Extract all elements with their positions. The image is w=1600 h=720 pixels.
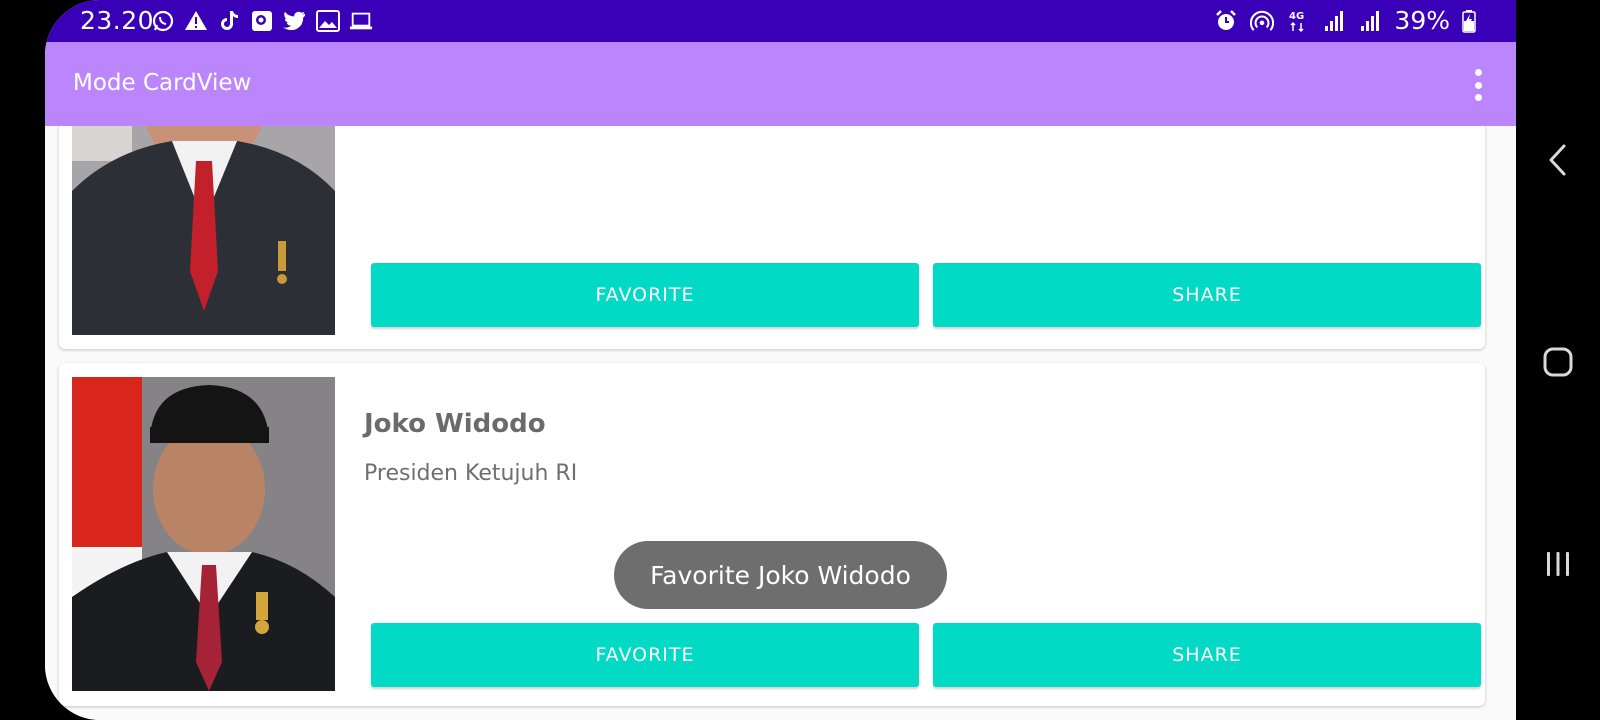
notification-icons [151,9,373,33]
recents-icon[interactable] [1538,544,1578,584]
status-bar: 23.20 4G 39% [45,0,1516,42]
card-title: Joko Widodo [364,409,546,439]
signal-icon [1358,9,1382,33]
person-photo [72,377,335,691]
phone-screen: 23.20 4G 39% Mode CardView FAVORITE SHAR… [45,0,1516,720]
image-icon [316,9,340,33]
svg-text:4G: 4G [1289,11,1304,22]
app-bar: Mode CardView [45,42,1516,126]
hotspot-icon [1250,9,1275,33]
list-item-card: FAVORITE SHARE [59,126,1485,349]
system-status-icons: 4G 39% [1214,6,1476,35]
share-button[interactable]: SHARE [933,623,1481,687]
favorite-button[interactable]: FAVORITE [371,263,919,327]
system-nav-bar [1516,0,1600,720]
home-icon[interactable] [1538,342,1578,382]
warning-icon [184,9,208,33]
share-button[interactable]: SHARE [933,263,1481,327]
gallery-icon [250,9,274,33]
battery-percent: 39% [1394,6,1450,35]
card-list[interactable]: FAVORITE SHARE Joko Widodo Presiden Ketu… [45,126,1516,720]
twitter-icon [283,9,307,33]
tiktok-icon [217,9,241,33]
laptop-icon [349,9,373,33]
list-item-card: Joko Widodo Presiden Ketujuh RI FAVORITE… [59,363,1485,706]
whatsapp-icon [151,9,175,33]
battery-icon [1462,9,1476,33]
4g-icon: 4G [1286,9,1310,33]
status-time: 23.20 [80,6,155,35]
more-vert-icon[interactable] [1468,69,1488,101]
favorite-button[interactable]: FAVORITE [371,623,919,687]
card-description: Presiden Ketujuh RI [364,461,578,486]
app-title: Mode CardView [73,70,252,96]
signal-icon [1322,9,1346,33]
back-icon[interactable] [1538,140,1578,180]
person-photo [72,126,335,335]
alarm-icon [1214,9,1238,33]
toast-message: Favorite Joko Widodo [614,541,947,609]
